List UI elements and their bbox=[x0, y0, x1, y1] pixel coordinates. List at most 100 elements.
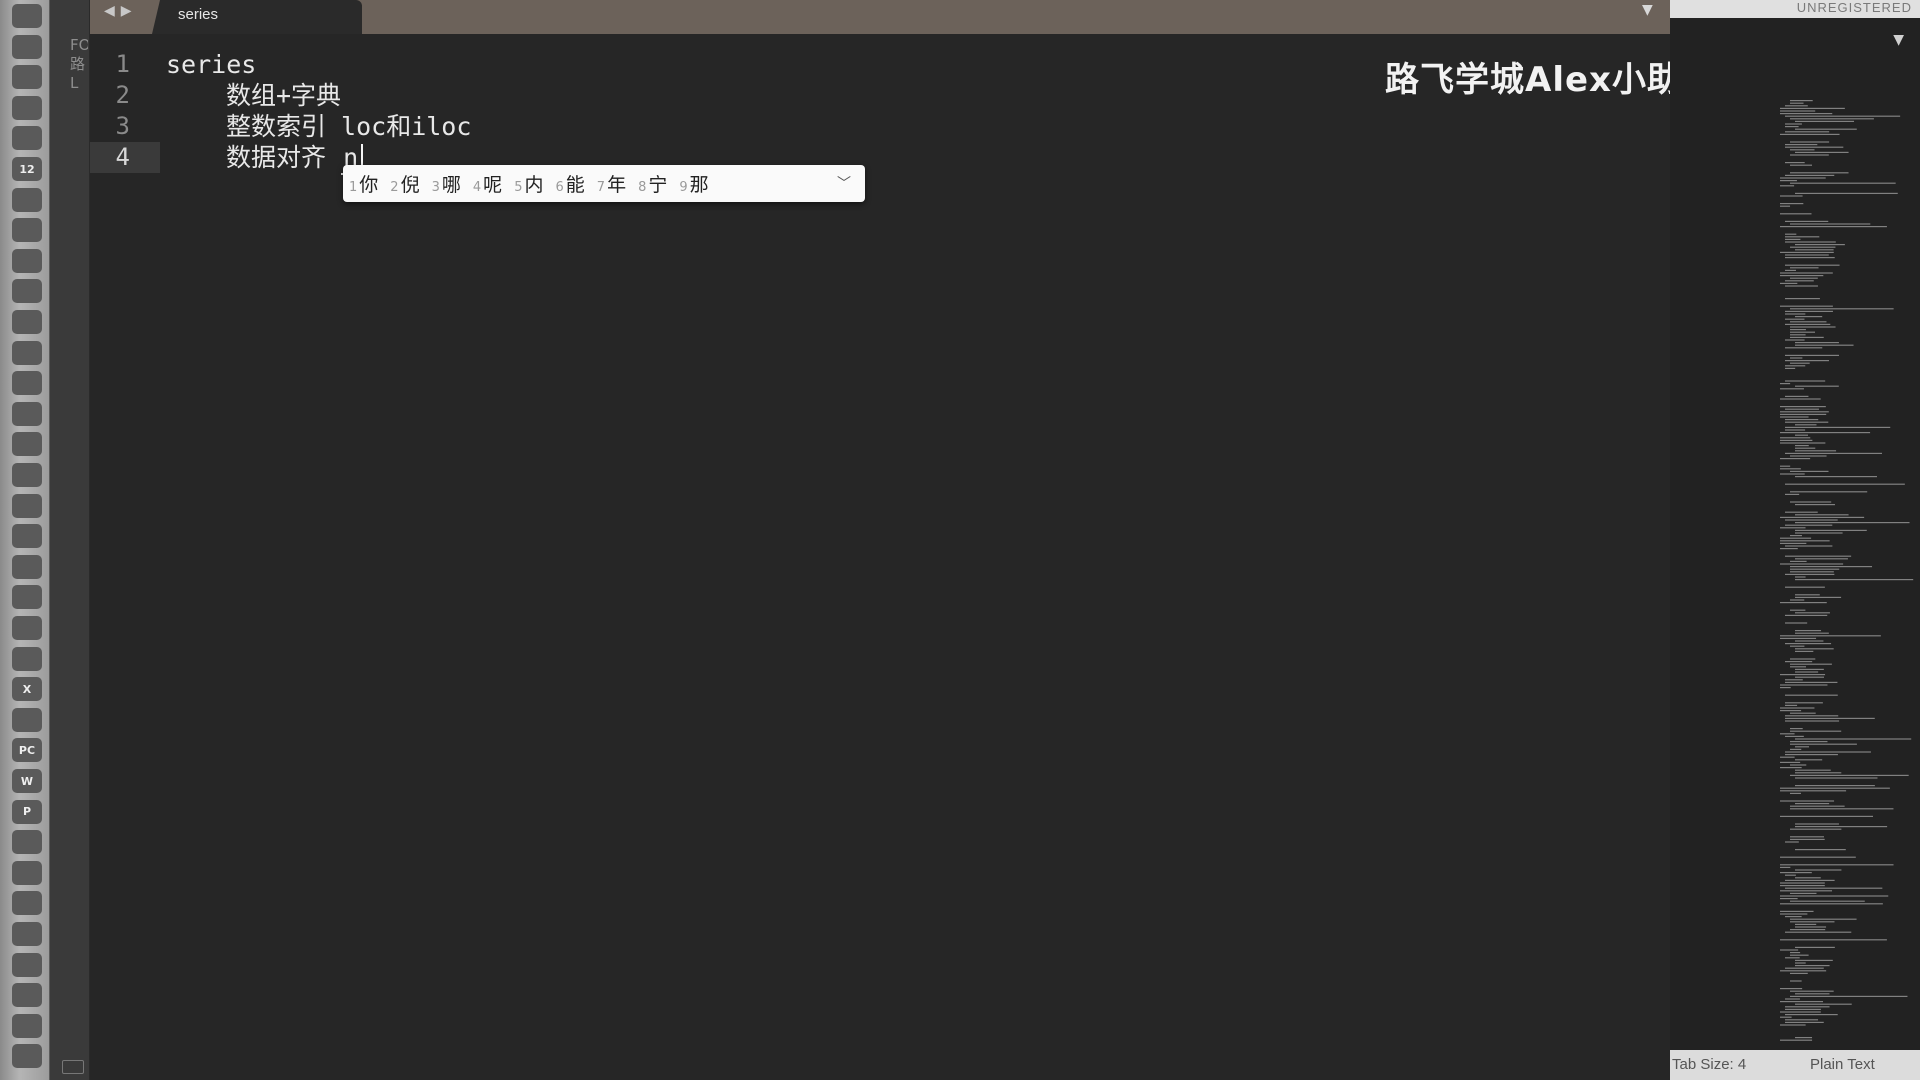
ime-candidate[interactable]: 5内 bbox=[514, 170, 543, 197]
dock-app-icon[interactable] bbox=[12, 310, 42, 334]
dock-app-icon[interactable] bbox=[12, 983, 42, 1008]
minimap-line bbox=[1790, 792, 1801, 794]
minimap-line bbox=[1785, 998, 1800, 1000]
tab-size-selector[interactable]: Tab Size: 4 bbox=[1672, 1056, 1746, 1073]
minimap-line bbox=[1790, 663, 1832, 665]
minimap-line bbox=[1785, 679, 1803, 681]
minimap-line bbox=[1790, 952, 1801, 954]
dock-app-icon[interactable] bbox=[12, 493, 42, 518]
dock-app-icon[interactable] bbox=[12, 65, 42, 90]
minimap-line bbox=[1780, 195, 1803, 197]
minimap-line bbox=[1785, 524, 1833, 526]
minimap-line bbox=[1780, 413, 1827, 415]
editor[interactable]: 1 2 3 4 series 数组+字典 整数索引 loc和iloc 数据对齐 … bbox=[90, 34, 1670, 1050]
ime-candidate[interactable]: 1你 bbox=[349, 170, 378, 197]
dock-app-icon[interactable] bbox=[12, 1044, 42, 1069]
minimap-line bbox=[1780, 439, 1813, 441]
ime-candidate[interactable]: 2倪 bbox=[390, 170, 419, 197]
minimap-line bbox=[1795, 558, 1848, 560]
minimap-line bbox=[1780, 185, 1795, 187]
dock-app-icon[interactable] bbox=[12, 248, 42, 273]
minimap-line bbox=[1780, 674, 1826, 676]
minimap-line bbox=[1795, 151, 1849, 153]
dock-app-icon[interactable] bbox=[12, 616, 42, 640]
minimap-dropdown-icon[interactable]: ▼ bbox=[1893, 32, 1904, 48]
tab-series[interactable]: series bbox=[152, 0, 362, 34]
code-line[interactable]: 整数索引 loc和iloc bbox=[166, 111, 471, 142]
ime-candidate-char: 你 bbox=[359, 174, 379, 196]
dock-app-icon[interactable] bbox=[12, 126, 42, 151]
code-line-current[interactable]: 数据对齐 n bbox=[166, 142, 364, 175]
minimap-line bbox=[1795, 869, 1842, 871]
unsaved-dot-icon[interactable] bbox=[394, 9, 404, 19]
dock-app-icon[interactable] bbox=[12, 371, 42, 396]
code-line[interactable]: 数组+字典 bbox=[166, 80, 341, 111]
syntax-selector[interactable]: Plain Text bbox=[1810, 1056, 1875, 1073]
dock-app-icon[interactable] bbox=[12, 432, 42, 457]
dock-app-icon[interactable] bbox=[12, 4, 42, 28]
dock-app-icon[interactable]: X bbox=[12, 677, 42, 702]
chevron-down-icon[interactable]: ﹀ bbox=[837, 173, 851, 193]
minimap-line bbox=[1795, 926, 1827, 928]
minimap-line bbox=[1780, 895, 1889, 897]
watermark-text: 路飞学城Alex小助理 bbox=[1385, 60, 1717, 100]
dock-app-icon[interactable] bbox=[12, 707, 42, 732]
dock-app-icon[interactable]: 12 bbox=[12, 157, 42, 181]
dock-app-icon[interactable] bbox=[12, 463, 42, 487]
dock-app-icon[interactable] bbox=[12, 279, 42, 304]
ime-candidate-number: 4 bbox=[472, 180, 482, 195]
dock-app-icon[interactable] bbox=[12, 34, 42, 59]
dock-app-icon[interactable] bbox=[12, 1013, 42, 1038]
dock-app-icon[interactable] bbox=[12, 218, 42, 243]
minimap-line bbox=[1785, 841, 1799, 843]
minimap-line bbox=[1780, 790, 1847, 792]
minimap-line bbox=[1780, 180, 1797, 182]
ime-candidate[interactable]: 3哪 bbox=[432, 170, 461, 197]
ime-candidate[interactable]: 9那 bbox=[679, 170, 708, 197]
minimap-line bbox=[1785, 105, 1808, 107]
minimap-line bbox=[1780, 1024, 1806, 1026]
minimap-line bbox=[1790, 805, 1845, 807]
dock-app-icon[interactable] bbox=[12, 524, 42, 549]
dock-app-icon[interactable]: PC bbox=[12, 738, 42, 763]
minimap-line bbox=[1780, 388, 1804, 390]
dock-app-icon[interactable]: P bbox=[12, 799, 42, 824]
minimap-line bbox=[1785, 146, 1844, 148]
code-line[interactable]: series bbox=[166, 49, 256, 80]
dock-app-icon[interactable] bbox=[12, 401, 42, 426]
dock-app-icon[interactable]: W bbox=[12, 769, 42, 793]
dock-app-icon[interactable] bbox=[12, 860, 42, 885]
minimap-line bbox=[1780, 787, 1890, 789]
minimap-line bbox=[1785, 123, 1802, 125]
minimap-line bbox=[1785, 519, 1838, 521]
minimap-line bbox=[1790, 900, 1865, 902]
minimap-line bbox=[1795, 777, 1878, 779]
dock-app-icon[interactable] bbox=[12, 952, 42, 977]
minimap-line bbox=[1795, 612, 1830, 614]
minimap[interactable] bbox=[1780, 100, 1915, 1045]
ime-candidate[interactable]: 4呢 bbox=[473, 170, 502, 197]
tab-list-dropdown-icon[interactable]: ▼ bbox=[1642, 2, 1653, 18]
status-bar-right: Tab Size: 4 Plain Text bbox=[1670, 1050, 1920, 1080]
ime-candidate[interactable]: 7年 bbox=[597, 170, 626, 197]
minimap-line bbox=[1785, 313, 1806, 315]
dock-app-icon[interactable] bbox=[12, 554, 42, 579]
ime-candidate[interactable]: 8宁 bbox=[638, 170, 667, 197]
minimap-line bbox=[1785, 735, 1804, 737]
tab-nav-arrows-icon[interactable]: ◀▶ bbox=[104, 3, 138, 19]
dock-app-icon[interactable] bbox=[12, 891, 42, 916]
dock: 12 X PC W P bbox=[0, 0, 50, 1080]
dock-app-icon[interactable] bbox=[12, 187, 42, 212]
minimap-line bbox=[1785, 720, 1840, 722]
dock-app-icon[interactable] bbox=[12, 585, 42, 610]
dock-app-icon[interactable] bbox=[12, 922, 42, 946]
dock-app-icon[interactable] bbox=[12, 830, 42, 855]
tab-title: series bbox=[178, 6, 219, 23]
minimap-line bbox=[1780, 687, 1791, 689]
dock-app-icon[interactable] bbox=[12, 340, 42, 365]
ime-candidate[interactable]: 6能 bbox=[555, 170, 584, 197]
minimap-line bbox=[1785, 483, 1905, 485]
dock-app-icon[interactable] bbox=[12, 95, 42, 120]
dock-app-icon[interactable] bbox=[12, 646, 42, 671]
sidebar-toggle-icon[interactable] bbox=[62, 1060, 84, 1074]
